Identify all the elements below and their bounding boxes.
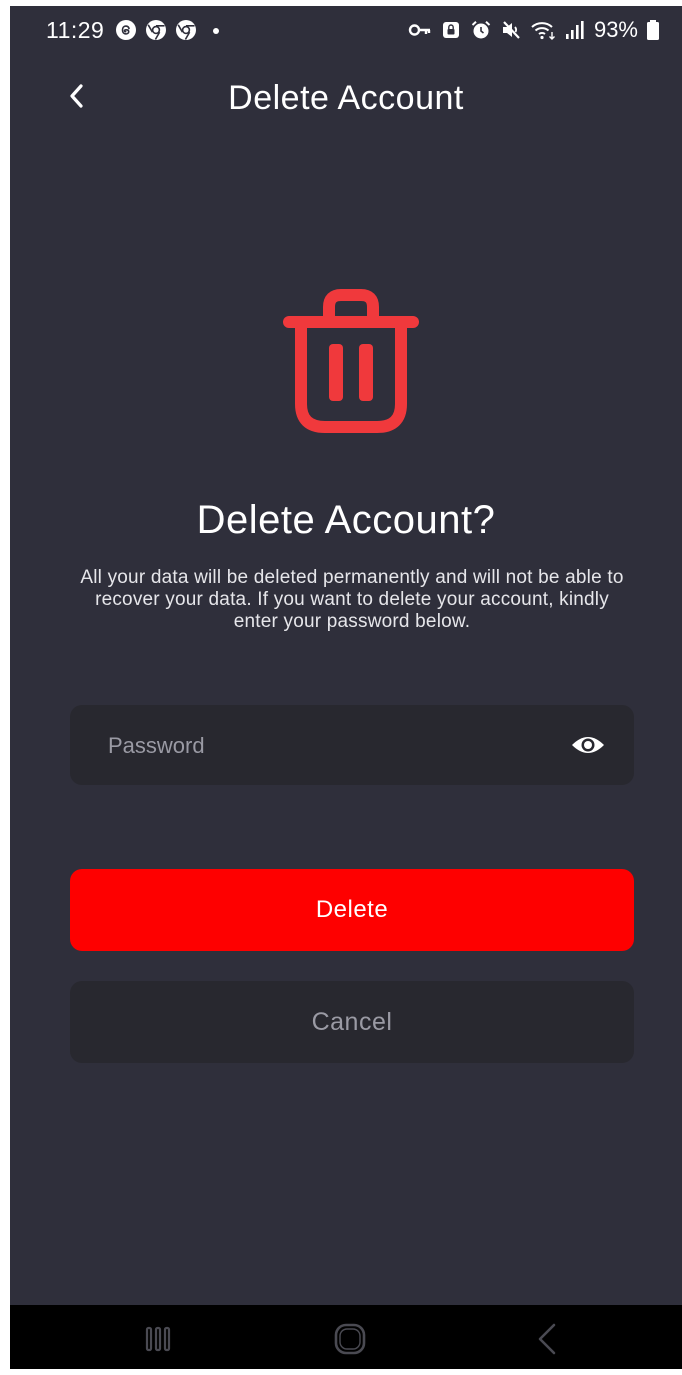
status-left-icons <box>115 19 227 41</box>
recent-apps-icon[interactable] <box>138 1319 178 1359</box>
lock-icon <box>442 22 459 38</box>
password-field <box>70 705 634 785</box>
dialog-headline: Delete Account? <box>196 498 496 542</box>
app-header: Delete Account <box>10 68 682 124</box>
home-icon[interactable] <box>330 1319 370 1359</box>
notification-dot-icon <box>213 28 219 34</box>
chrome-icon <box>146 20 166 40</box>
chrome-icon <box>176 20 196 40</box>
back-icon[interactable] <box>528 1319 568 1359</box>
system-nav-bar <box>10 1305 682 1369</box>
status-bar: 11:29 93% <box>10 6 682 54</box>
battery-icon <box>647 20 659 40</box>
vpn-key-icon <box>408 24 431 36</box>
status-time: 11:29 <box>46 17 105 43</box>
phone-screen: 11:29 93% Delete Account Delete Account?… <box>10 6 682 1369</box>
delete-button[interactable]: Delete <box>70 869 634 951</box>
battery-percent: 93% <box>593 17 638 42</box>
status-right-icons: 93% <box>408 16 660 44</box>
page-title: Delete Account <box>228 79 464 117</box>
cancel-button[interactable]: Cancel <box>70 981 634 1063</box>
threads-icon <box>116 20 136 40</box>
signal-icon <box>565 21 584 39</box>
wifi-icon <box>531 22 555 40</box>
trash-icon <box>283 289 419 433</box>
dialog-description: All your data will be deleted permanentl… <box>80 567 624 632</box>
mute-icon <box>502 21 520 39</box>
alarm-icon <box>471 21 491 39</box>
password-input[interactable] <box>106 725 550 767</box>
eye-icon[interactable] <box>570 731 606 759</box>
